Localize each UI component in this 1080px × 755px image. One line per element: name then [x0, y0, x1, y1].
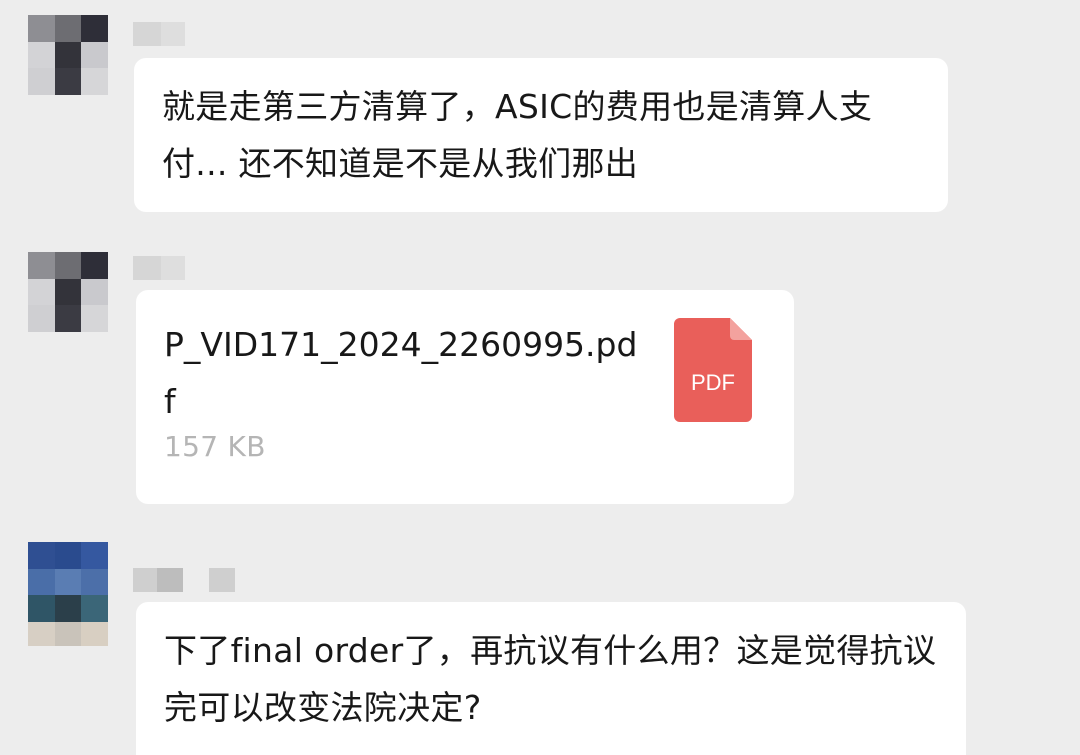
message-bubble[interactable]: 就是走第三方清算了，ASIC的费用也是清算人支付... 还不知道是不是从我们那出 — [134, 58, 948, 212]
sender-avatar[interactable] — [28, 15, 108, 95]
message-text: 下了final order了，再抗议有什么用？这是觉得抗议完可以改变法院决定? — [164, 631, 937, 727]
sender-avatar[interactable] — [28, 542, 108, 622]
sender-name — [133, 568, 235, 592]
message-bubble[interactable]: 下了final order了，再抗议有什么用？这是觉得抗议完可以改变法院决定? — [136, 602, 966, 755]
pdf-label: PDF — [691, 370, 735, 395]
file-name: P_VID171_2024_2260995.pdf — [164, 325, 638, 421]
sender-avatar-lower — [28, 622, 108, 646]
sender-avatar[interactable] — [28, 252, 108, 332]
pdf-file-icon: PDF — [674, 318, 752, 422]
file-message-card[interactable]: P_VID171_2024_2260995.pdf 157 KB PDF — [136, 290, 794, 504]
file-size: 157 KB — [164, 430, 266, 463]
sender-name — [133, 256, 185, 280]
message-text: 就是走第三方清算了，ASIC的费用也是清算人支付... 还不知道是不是从我们那出 — [162, 87, 873, 183]
sender-name — [133, 22, 185, 46]
